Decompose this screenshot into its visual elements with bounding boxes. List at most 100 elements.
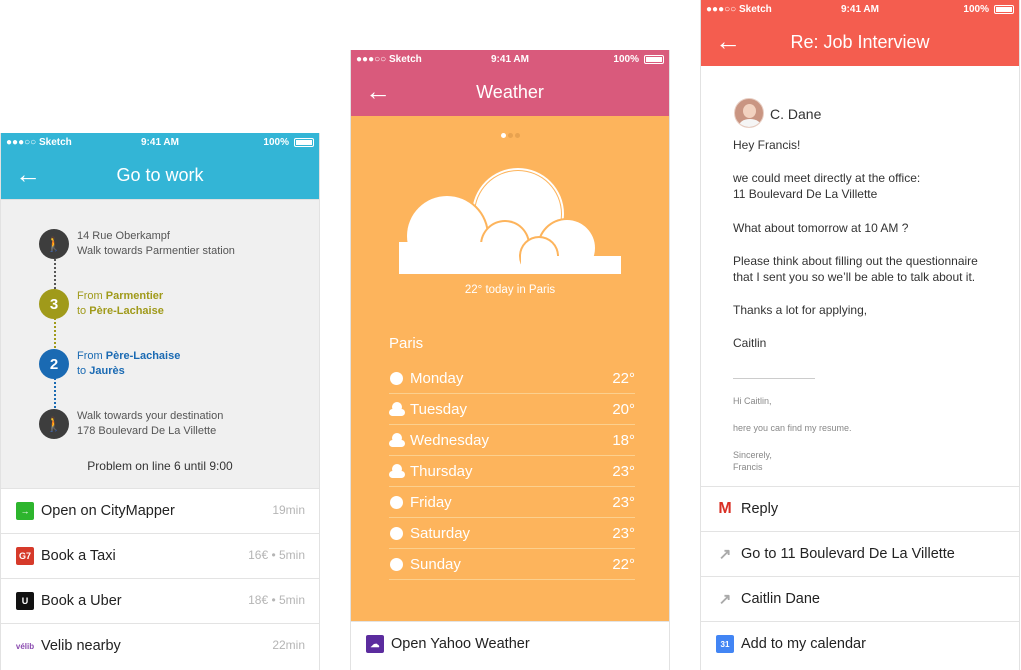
gmail-icon: M [718, 500, 732, 517]
step-from: Père-Lachaise [105, 350, 181, 362]
action-label: Add to my calendar [741, 636, 866, 652]
action-meta: 22min [272, 638, 305, 652]
forecast-temp: 22° [612, 369, 635, 387]
avatar [734, 98, 764, 128]
route-step: 3 From Parmentier to Père-Lachaise [39, 289, 164, 319]
open-contact-button[interactable]: ↗ Caitlin Dane [701, 576, 1019, 621]
step-line: Walk towards Parmentier station [77, 245, 235, 257]
action-label: Caitlin Dane [741, 591, 820, 607]
action-meta: 16€ • 5min [248, 548, 305, 562]
partly-cloudy-icon [389, 432, 405, 448]
action-label: Open Yahoo Weather [391, 636, 530, 652]
message-line: What about tomorrow at 10 AM ? [733, 221, 909, 235]
open-address-button[interactable]: ↗ Go to 11 Boulevard De La Villette [701, 531, 1019, 576]
cloudy-sun-icon [399, 168, 623, 276]
step-line: Walk towards your destination [77, 410, 224, 422]
metro-line-3-badge: 3 [39, 289, 69, 319]
forecast-row: Saturday 23° [389, 518, 635, 549]
quoted-line: Sincerely, [733, 450, 772, 460]
forecast-temp: 22° [612, 555, 635, 573]
message-line: Caitlin [733, 336, 767, 350]
open-citymapper-button[interactable]: → Open on CityMapper 19min [1, 488, 319, 533]
arrow-up-right-icon: ↗ [718, 591, 732, 608]
arrow-up-right-icon: ↗ [718, 546, 732, 563]
battery-icon [644, 55, 664, 64]
route-step: 🚶 Walk towards your destination 178 Boul… [39, 409, 223, 439]
action-meta: 19min [272, 503, 305, 517]
book-taxi-button[interactable]: G7 Book a Taxi 16€ • 5min [1, 533, 319, 578]
message-line: Thanks a lot for applying, [733, 303, 868, 317]
g7-taxi-icon: G7 [16, 547, 34, 565]
calendar-icon: 31 [716, 635, 734, 653]
sender-name: C. Dane [770, 106, 822, 122]
nav-bar: ← Weather [351, 70, 669, 116]
forecast-row: Sunday 22° [389, 549, 635, 580]
action-list: → Open on CityMapper 19min G7 Book a Tax… [1, 488, 319, 668]
action-label: Book a Taxi [41, 548, 116, 564]
forecast-day: Sunday [410, 555, 461, 573]
step-to: Père-Lachaise [89, 305, 164, 317]
email-screen: ●●●○○ Sketch 9:41 AM 100% ← Re: Job Inte… [700, 0, 1020, 670]
person-walking-icon: 🚶 [39, 229, 69, 259]
status-bar: ●●●○○ Sketch 9:41 AM 100% [701, 0, 1019, 20]
weather-screen: ●●●○○ Sketch 9:41 AM 100% ← Weather 22° … [350, 50, 670, 670]
action-label: Open on CityMapper [41, 503, 175, 519]
yahoo-weather-icon: ☁ [366, 635, 384, 653]
message-line: Hey Francis! [733, 138, 801, 152]
quoted-line: Francis [733, 462, 763, 472]
velib-nearby-button[interactable]: vélib Velib nearby 22min [1, 623, 319, 668]
step-prefix: to [77, 305, 90, 317]
forecast-day: Monday [410, 369, 464, 387]
sun-icon [389, 371, 404, 386]
message-line: Please think about filling out the quest… [733, 254, 978, 268]
forecast-row: Thursday 23° [389, 456, 635, 487]
step-line: 178 Boulevard De La Villette [77, 425, 217, 437]
sun-icon [389, 495, 404, 510]
battery-icon [294, 138, 314, 147]
battery-label: 100% [613, 54, 639, 65]
action-label: Velib nearby [41, 638, 121, 654]
step-from: Parmentier [105, 290, 164, 302]
service-alert: Problem on line 6 until 9:00 [87, 459, 233, 473]
forecast-temp: 23° [612, 524, 635, 542]
route-panel: 🚶 14 Rue Oberkampf Walk towards Parmenti… [1, 199, 319, 488]
step-prefix: From [77, 290, 106, 302]
step-line: 14 Rue Oberkampf [77, 230, 170, 242]
route-connector [54, 259, 56, 293]
step-prefix: From [77, 350, 106, 362]
message-line: we could meet directly at the office: [733, 171, 921, 185]
forecast-day: Wednesday [410, 431, 489, 449]
person-walking-icon: 🚶 [39, 409, 69, 439]
add-to-calendar-button[interactable]: 31 Add to my calendar [701, 621, 1019, 666]
forecast-day: Tuesday [410, 400, 467, 418]
route-connector [54, 318, 56, 352]
page-indicator[interactable] [351, 133, 669, 138]
forecast-row: Monday 22° [389, 363, 635, 394]
partly-cloudy-icon [389, 463, 405, 479]
uber-icon: U [16, 592, 34, 610]
reply-button[interactable]: M Reply [701, 486, 1019, 531]
forecast-day: Friday [410, 493, 452, 511]
battery-icon [994, 5, 1014, 14]
action-meta: 18€ • 5min [248, 593, 305, 607]
forecast-temp: 23° [612, 493, 635, 511]
route-step: 🚶 14 Rue Oberkampf Walk towards Parmenti… [39, 229, 235, 259]
forecast-day: Thursday [410, 462, 473, 480]
status-bar: ●●●○○ Sketch 9:41 AM 100% [351, 50, 669, 70]
battery-label: 100% [263, 137, 289, 148]
forecast-temp: 18° [612, 431, 635, 449]
forecast-row: Friday 23° [389, 487, 635, 518]
commute-screen: ●●●○○ Sketch 9:41 AM 100% ← Go to work 🚶… [0, 133, 320, 670]
email-body: C. Dane Hey Francis! we could meet direc… [701, 66, 1019, 486]
sun-icon [389, 557, 404, 572]
page-title: Weather [476, 82, 544, 102]
route-step: 2 From Père-Lachaise to Jaurès [39, 349, 180, 379]
open-yahoo-weather-button[interactable]: ☁ Open Yahoo Weather [351, 621, 669, 666]
citymapper-icon: → [16, 502, 34, 520]
forecast-row: Wednesday 18° [389, 425, 635, 456]
book-uber-button[interactable]: U Book a Uber 18€ • 5min [1, 578, 319, 623]
metro-line-2-badge: 2 [39, 349, 69, 379]
today-summary: 22° today in Paris [464, 284, 556, 296]
action-list: ☁ Open Yahoo Weather [351, 621, 669, 666]
action-label: Reply [741, 501, 779, 517]
